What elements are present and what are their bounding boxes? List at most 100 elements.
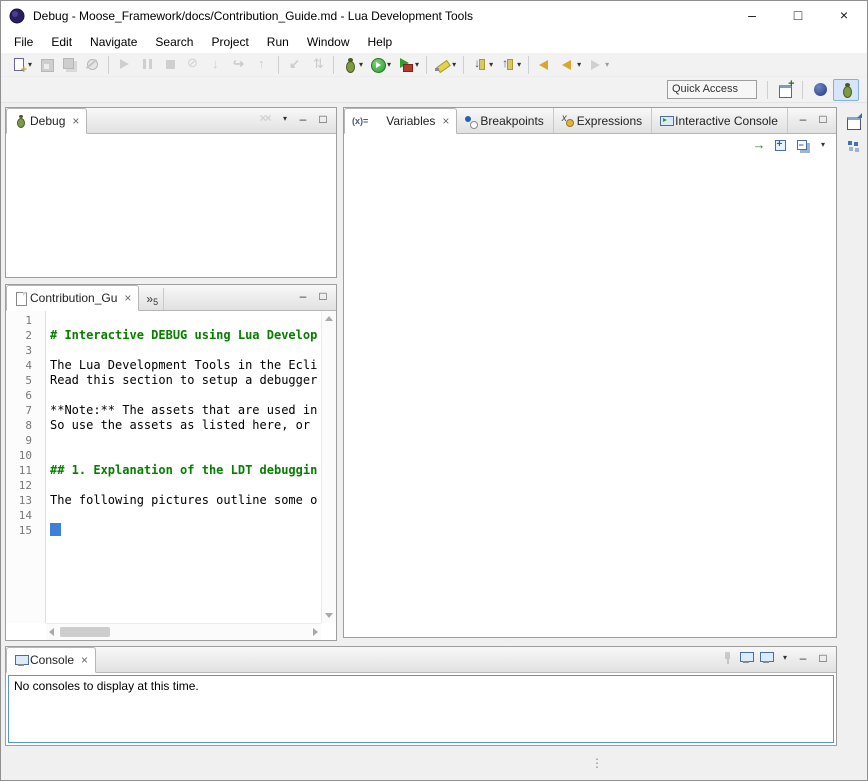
code-area[interactable]: 1 2 # Interactive DEBUG using Lua Develo… bbox=[6, 313, 321, 623]
editor-line[interactable]: 7 **Note:** The assets that are used in bbox=[6, 403, 321, 418]
display-selected-console-button[interactable] bbox=[738, 650, 756, 668]
view-menu-button[interactable]: ▾ bbox=[816, 137, 830, 155]
chevron-down-icon[interactable]: ▾ bbox=[387, 60, 391, 69]
step-return-button[interactable] bbox=[251, 54, 274, 76]
editor-line[interactable]: 5 Read this section to setup a debugger bbox=[6, 373, 321, 388]
debug-button[interactable]: ▾ bbox=[338, 54, 366, 76]
drop-to-frame-button[interactable] bbox=[283, 54, 306, 76]
ldt-perspective-button[interactable] bbox=[807, 79, 833, 101]
horizontal-scrollbar[interactable] bbox=[46, 623, 321, 640]
chevron-down-icon[interactable]: ▾ bbox=[415, 60, 419, 69]
open-console-button[interactable] bbox=[758, 650, 776, 668]
menu-item[interactable]: Search bbox=[146, 31, 202, 53]
close-tab-icon[interactable]: × bbox=[81, 653, 88, 667]
close-tab-icon[interactable]: × bbox=[72, 114, 79, 128]
window-maximize-button[interactable]: □ bbox=[775, 1, 821, 31]
suspend-button[interactable] bbox=[136, 54, 159, 76]
debug-perspective-button[interactable] bbox=[833, 79, 859, 101]
console-viewer[interactable]: No consoles to display at this time. bbox=[8, 675, 834, 743]
view-tab[interactable]: Breakpoints bbox=[457, 108, 553, 133]
collapse-all-button[interactable] bbox=[794, 137, 812, 155]
editor-line[interactable]: 9 bbox=[6, 433, 321, 448]
scroll-up-icon[interactable] bbox=[325, 316, 333, 321]
editor-line[interactable]: 10 bbox=[6, 448, 321, 463]
editor-line[interactable]: 15 bbox=[6, 523, 321, 538]
maximize-view-button[interactable]: □ bbox=[814, 111, 832, 129]
open-perspective-button[interactable] bbox=[772, 79, 798, 101]
scroll-right-icon[interactable] bbox=[313, 628, 318, 636]
chevron-down-icon[interactable]: ▾ bbox=[605, 60, 609, 69]
editor-tab-overflow[interactable]: » 5 bbox=[141, 288, 164, 310]
step-over-button[interactable] bbox=[228, 54, 251, 76]
view-tab[interactable]: (x)= Variables × bbox=[344, 108, 457, 134]
menu-item[interactable]: File bbox=[5, 31, 42, 53]
debug-view-tab[interactable]: Debug × bbox=[6, 108, 87, 134]
view-tab[interactable]: Expressions bbox=[554, 108, 652, 133]
editor-line[interactable]: 11 ## 1. Explanation of the LDT debuggin bbox=[6, 463, 321, 478]
restore-views-button[interactable] bbox=[843, 111, 863, 131]
window-close-button[interactable]: × bbox=[821, 1, 867, 31]
menu-item[interactable]: Edit bbox=[42, 31, 81, 53]
remove-all-terminated-button[interactable] bbox=[258, 111, 276, 129]
quick-access-field[interactable]: Quick Access bbox=[667, 80, 757, 99]
open-console-menu-button[interactable]: ▾ bbox=[778, 650, 792, 668]
view-tab[interactable]: Interactive Console bbox=[652, 108, 788, 133]
resume-button[interactable] bbox=[113, 54, 136, 76]
vertical-scrollbar[interactable] bbox=[321, 311, 336, 623]
disconnect-button[interactable] bbox=[182, 54, 205, 76]
editor-line[interactable]: 2 # Interactive DEBUG using Lua Develop bbox=[6, 328, 321, 343]
editor-line[interactable]: 13 The following pictures outline some o bbox=[6, 493, 321, 508]
scroll-left-icon[interactable] bbox=[49, 628, 54, 636]
maximize-view-button[interactable]: □ bbox=[314, 288, 332, 306]
run-button[interactable]: ▾ bbox=[366, 54, 394, 76]
menu-item[interactable]: Project bbox=[202, 31, 257, 53]
save-button[interactable] bbox=[35, 54, 58, 76]
maximize-view-button[interactable]: □ bbox=[314, 111, 332, 129]
close-tab-icon[interactable]: × bbox=[124, 291, 131, 305]
run-external-tools-button[interactable]: ▾ bbox=[394, 54, 422, 76]
minimize-view-button[interactable]: – bbox=[794, 650, 812, 668]
view-menu-button[interactable]: ▾ bbox=[278, 111, 292, 129]
previous-annotation-button[interactable]: ▾ bbox=[496, 54, 524, 76]
minimize-view-button[interactable]: – bbox=[294, 111, 312, 129]
skip-all-breakpoints-button[interactable] bbox=[81, 54, 104, 76]
editor-line[interactable]: 8 So use the assets as listed here, or bbox=[6, 418, 321, 433]
editor-line[interactable]: 14 bbox=[6, 508, 321, 523]
chevron-down-icon[interactable]: ▾ bbox=[517, 60, 521, 69]
menu-item[interactable]: Run bbox=[258, 31, 298, 53]
editor-line[interactable]: 12 bbox=[6, 478, 321, 493]
editor-line[interactable]: 6 bbox=[6, 388, 321, 403]
chevron-down-icon[interactable]: ▾ bbox=[452, 60, 456, 69]
editor-line[interactable]: 1 bbox=[6, 313, 321, 328]
editor-tab[interactable]: Contribution_Gu × bbox=[6, 285, 139, 311]
show-type-names-button[interactable] bbox=[772, 137, 790, 155]
editor-line[interactable]: 3 bbox=[6, 343, 321, 358]
step-into-button[interactable] bbox=[205, 54, 228, 76]
maximize-view-button[interactable]: □ bbox=[814, 650, 832, 668]
pin-console-button[interactable] bbox=[718, 650, 736, 668]
new-wizard-button[interactable]: ▾ bbox=[7, 54, 35, 76]
menu-item[interactable]: Help bbox=[359, 31, 402, 53]
terminate-button[interactable] bbox=[159, 54, 182, 76]
scrollbar-thumb[interactable] bbox=[60, 627, 110, 637]
chevron-down-icon[interactable]: ▾ bbox=[359, 60, 363, 69]
forward-button[interactable]: ▾ bbox=[584, 54, 612, 76]
last-edit-location-button[interactable] bbox=[533, 54, 556, 76]
minimize-view-button[interactable]: – bbox=[294, 288, 312, 306]
close-tab-icon[interactable]: × bbox=[442, 114, 449, 128]
editor-line[interactable]: 4 The Lua Development Tools in the Ecli bbox=[6, 358, 321, 373]
save-all-button[interactable] bbox=[58, 54, 81, 76]
back-button[interactable]: ▾ bbox=[556, 54, 584, 76]
chevron-down-icon[interactable]: ▾ bbox=[577, 60, 581, 69]
console-view-tab[interactable]: Console × bbox=[6, 647, 96, 673]
show-logical-structures-button[interactable] bbox=[750, 137, 768, 155]
next-annotation-button[interactable]: ▾ bbox=[468, 54, 496, 76]
trim-drag-handle[interactable]: ⋮ bbox=[591, 756, 603, 770]
scroll-down-icon[interactable] bbox=[325, 613, 333, 618]
window-minimize-button[interactable]: – bbox=[729, 1, 775, 31]
menu-item[interactable]: Window bbox=[298, 31, 359, 53]
use-step-filters-button[interactable] bbox=[306, 54, 329, 76]
menu-item[interactable]: Navigate bbox=[81, 31, 146, 53]
chevron-down-icon[interactable]: ▾ bbox=[489, 60, 493, 69]
minimize-view-button[interactable]: – bbox=[794, 111, 812, 129]
